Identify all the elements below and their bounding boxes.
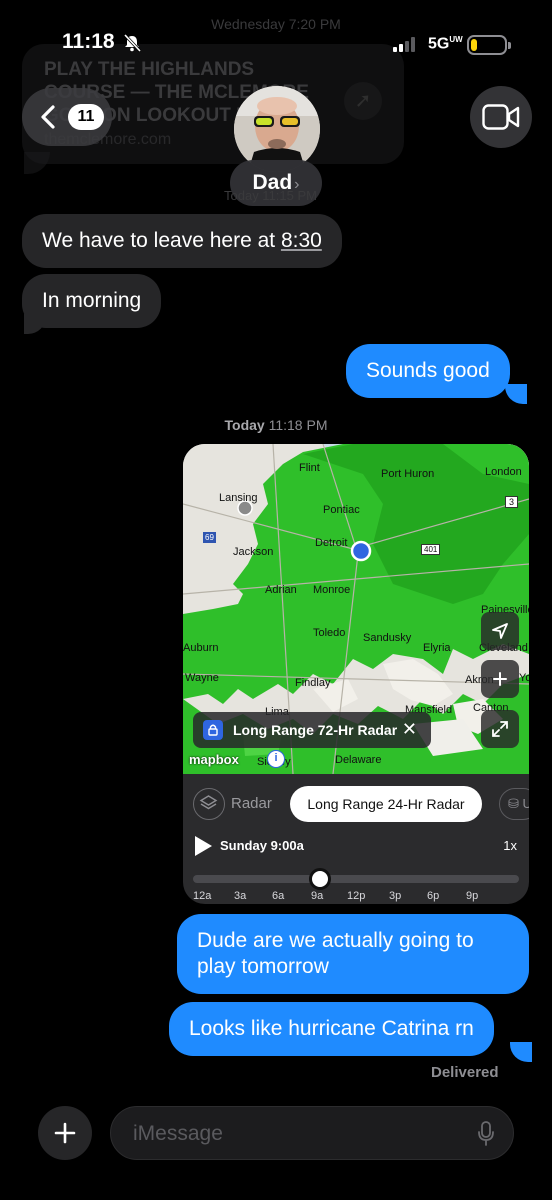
tab-radar[interactable]: Radar	[231, 795, 272, 812]
tick-label: 9a	[311, 890, 324, 902]
radar-layer-tabs: Radar Long Range 24-Hr Radar ⛁ U	[183, 782, 529, 826]
map-city-label: Monroe	[313, 584, 351, 596]
message-bubble-sent[interactable]: Dude are we actually going to play tomor…	[177, 914, 529, 994]
signal-strength-icon	[393, 36, 419, 52]
map-city-label: Adrian	[265, 584, 297, 596]
back-button[interactable]: 11	[22, 88, 112, 146]
tab-locked[interactable]: ⛁ U	[499, 788, 529, 820]
close-icon[interactable]: ✕	[402, 719, 417, 740]
tick-label: 6a	[272, 890, 285, 902]
expand-icon	[492, 721, 508, 737]
tick-label: 12p	[347, 890, 366, 902]
map-city-label: Auburn	[183, 642, 219, 654]
radar-map[interactable]: Flint Port Huron London Lansing Pontiac …	[183, 444, 529, 774]
map-city-label: Sandusky	[363, 632, 412, 644]
tab-long-range-24hr-radar[interactable]: Long Range 24-Hr Radar	[290, 786, 482, 822]
plus-icon	[493, 672, 507, 686]
unread-count-badge: 11	[68, 104, 104, 130]
imessage-input[interactable]	[133, 1117, 453, 1151]
timeline-ticks: 12a 3a 6a 9a 12p 3p 6p 9p	[183, 890, 529, 904]
map-city-label: Toledo	[313, 627, 346, 639]
map-city-label: Yo	[519, 672, 529, 684]
plus-icon	[54, 1122, 76, 1144]
shared-radar-map-card[interactable]: Flint Port Huron London Lansing Pontiac …	[183, 444, 529, 904]
video-camera-icon	[482, 104, 520, 130]
info-icon[interactable]: i	[267, 750, 285, 768]
tick-label: 3p	[389, 890, 402, 902]
timeline-scrubber[interactable]	[309, 868, 332, 890]
microphone-icon[interactable]	[477, 1121, 495, 1147]
network-type: 5GUW	[428, 35, 463, 53]
chevron-left-icon	[41, 105, 55, 129]
message-bubble-sent[interactable]: Sounds good	[346, 344, 510, 398]
road-shield: 69	[203, 532, 216, 543]
expand-map-button[interactable]	[481, 710, 519, 748]
long-range-72hr-radar-chip[interactable]: Long Range 72-Hr Radar ✕	[193, 712, 431, 748]
compass-icon: ➚	[344, 82, 382, 120]
status-time: 11:18	[62, 30, 115, 53]
map-city-label: Lansing	[219, 492, 258, 504]
map-city-label: Wayne	[185, 672, 219, 684]
playback-time: Sunday 9:00a	[220, 838, 304, 853]
road-shield: 401	[421, 544, 441, 555]
message-bubble-received[interactable]: We have to leave here at 8:30	[22, 214, 342, 268]
map-city-label: London	[485, 466, 522, 478]
time-link[interactable]: 8:30	[281, 229, 322, 252]
zoom-in-button[interactable]	[481, 660, 519, 698]
mapbox-attribution: mapbox	[189, 752, 239, 767]
playback-controls: Sunday 9:00a 1x	[183, 832, 529, 862]
road-shield: 3	[505, 496, 519, 508]
lock-icon: ⛁	[508, 796, 519, 811]
message-bubble-sent[interactable]: Looks like hurricane Catrina rn	[169, 1002, 494, 1056]
message-composer[interactable]	[110, 1106, 514, 1160]
bubble-tail	[24, 314, 46, 334]
layers-icon[interactable]	[193, 788, 225, 820]
facetime-video-button[interactable]	[470, 86, 532, 148]
radar-overlay-label: Long Range 72-Hr Radar	[233, 722, 398, 738]
map-city-label: Jackson	[233, 546, 274, 558]
battery-icon	[467, 35, 511, 55]
map-city-label: Elyria	[423, 642, 451, 654]
map-city-label: Detroit	[315, 537, 348, 549]
recenter-location-button[interactable]	[481, 612, 519, 650]
bubble-tail	[24, 152, 50, 174]
map-city-label: Findlay	[295, 677, 331, 689]
bell-slash-icon	[123, 34, 142, 52]
map-city-label: Delaware	[335, 754, 382, 766]
tick-label: 3a	[234, 890, 247, 902]
map-city-label: Port Huron	[381, 468, 435, 480]
delivery-status: Delivered	[431, 1064, 499, 1081]
play-icon[interactable]	[195, 836, 212, 856]
tick-label: 9p	[466, 890, 479, 902]
faded-timestamp: Today 11:15 PM	[224, 188, 317, 203]
map-city-label: Flint	[299, 462, 320, 474]
timeline-track[interactable]	[193, 875, 519, 883]
map-city-label: Pontiac	[323, 504, 360, 516]
location-arrow-icon	[492, 623, 508, 639]
apps-plus-button[interactable]	[38, 1106, 92, 1160]
tick-label: 12a	[193, 890, 212, 902]
bubble-tail	[510, 1042, 532, 1062]
bubble-tail	[505, 384, 527, 404]
lock-icon	[203, 720, 223, 740]
conversation-timestamp: Today 11:18 PM	[224, 417, 328, 433]
playback-speed[interactable]: 1x	[503, 838, 517, 853]
tick-label: 6p	[427, 890, 440, 902]
